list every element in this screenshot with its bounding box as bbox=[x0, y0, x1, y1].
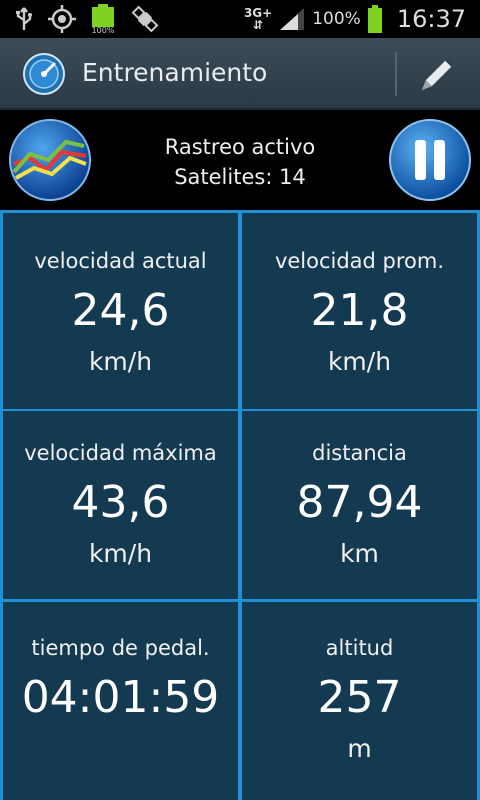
gps-icon bbox=[48, 5, 76, 33]
tracking-status-label: Rastreo activo bbox=[164, 135, 316, 159]
pencil-icon[interactable] bbox=[414, 52, 460, 98]
speedometer-icon[interactable] bbox=[22, 52, 66, 96]
metrics-grid: velocidad actual 24,6 km/h velocidad pro… bbox=[0, 210, 480, 800]
tile-label: velocidad actual bbox=[34, 249, 207, 273]
tracking-header: Rastreo activo Satelites: 14 bbox=[0, 110, 480, 210]
tracking-status: Rastreo activo Satelites: 14 bbox=[120, 132, 360, 192]
usb-icon bbox=[16, 7, 32, 30]
tile-unit: km bbox=[340, 539, 379, 568]
tile-distance[interactable]: distancia 87,94 km bbox=[242, 411, 477, 599]
tile-value: 87,94 bbox=[296, 477, 423, 528]
tile-value: 04:01:59 bbox=[21, 672, 220, 723]
battery-icon bbox=[367, 5, 382, 33]
tile-label: tiempo de pedal. bbox=[31, 636, 210, 660]
tile-pedal-time[interactable]: tiempo de pedal. 04:01:59 bbox=[3, 602, 238, 800]
tile-unit: km/h bbox=[88, 347, 153, 376]
tile-value: 21,8 bbox=[310, 285, 409, 336]
tile-unit: km/h bbox=[88, 539, 153, 568]
signal-icon bbox=[280, 8, 305, 30]
tile-altitude[interactable]: altitud 257 m bbox=[242, 602, 477, 800]
clock: 16:37 bbox=[396, 5, 466, 33]
tile-unit: m bbox=[347, 734, 372, 763]
action-bar-divider bbox=[395, 52, 397, 96]
tile-label: distancia bbox=[312, 441, 407, 465]
tile-label: velocidad prom. bbox=[274, 249, 445, 273]
pause-icon[interactable] bbox=[388, 118, 472, 202]
data-arrows-icon: ⇵ bbox=[253, 18, 264, 32]
app-title: Entrenamiento bbox=[82, 58, 268, 87]
tile-value: 43,6 bbox=[71, 477, 170, 528]
line-chart-globe-icon[interactable] bbox=[8, 118, 92, 202]
tile-label: velocidad máxima bbox=[24, 441, 217, 465]
tile-current-speed[interactable]: velocidad actual 24,6 km/h bbox=[3, 213, 238, 409]
battery-small-label: 100% bbox=[92, 26, 115, 34]
status-icons-left: 100% bbox=[14, 4, 160, 34]
action-bar: Entrenamiento bbox=[0, 38, 480, 110]
tile-label: altitud bbox=[325, 636, 394, 660]
tile-value: 257 bbox=[317, 672, 402, 723]
tile-value: 24,6 bbox=[71, 285, 170, 336]
tile-unit: km/h bbox=[327, 347, 392, 376]
status-bar: 100% 3G+ ⇵ 100% 16:37 bbox=[0, 0, 480, 38]
tile-average-speed[interactable]: velocidad prom. 21,8 km/h bbox=[242, 213, 477, 409]
satellite-icon bbox=[131, 5, 159, 33]
status-icons-right: 3G+ ⇵ 100% 16:37 bbox=[244, 0, 466, 38]
network-indicator: 3G+ ⇵ bbox=[243, 6, 273, 32]
battery-percent: 100% bbox=[312, 9, 361, 29]
satellites-count: Satelites: 14 bbox=[174, 165, 306, 189]
battery-full-small-icon: 100% bbox=[92, 4, 115, 34]
tile-max-speed[interactable]: velocidad máxima 43,6 km/h bbox=[3, 411, 238, 599]
